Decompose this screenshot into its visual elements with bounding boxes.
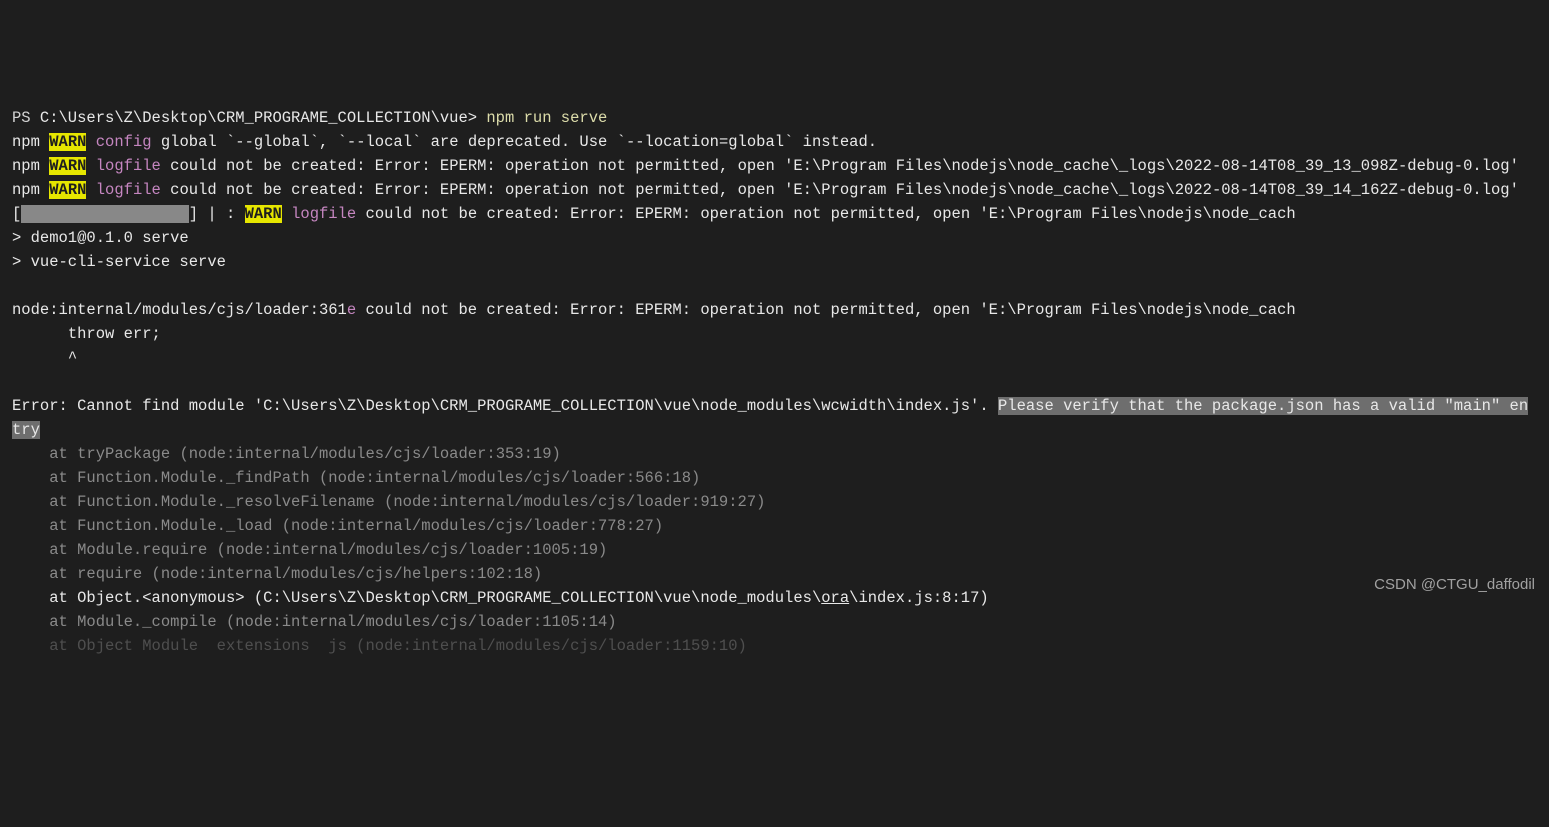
- prompt-path: C:\Users\Z\Desktop\CRM_PROGRAME_COLLECTI…: [40, 109, 477, 127]
- error-message: Error: Cannot find module 'C:\Users\Z\De…: [12, 397, 998, 415]
- npm-prefix: npm: [12, 181, 49, 199]
- watermark: CSDN @CTGU_daffodil: [1374, 573, 1535, 596]
- stack-line: at Module._compile (node:internal/module…: [12, 613, 617, 631]
- warn-category: config: [96, 133, 152, 151]
- warn-msg: global `--global`, `--local` are depreca…: [152, 133, 878, 151]
- prompt-command: npm run serve: [477, 109, 607, 127]
- stack-line-faded: at Object Module extensions js (node:int…: [12, 637, 747, 655]
- warn-category: logfile: [96, 181, 161, 199]
- prompt-ps: PS: [12, 109, 40, 127]
- loader-line: node:internal/modules/cjs/loader:361: [12, 301, 347, 319]
- stack-line: at Function.Module._findPath (node:inter…: [12, 469, 700, 487]
- warn-category: logfile: [96, 157, 161, 175]
- stack-line-bold: at Object.<anonymous> (C:\Users\Z\Deskto…: [12, 589, 989, 607]
- npm-prefix: npm: [12, 133, 49, 151]
- space: [86, 133, 95, 151]
- loader-line-e: e: [347, 301, 356, 319]
- warn-category: logfile: [291, 205, 356, 223]
- script-line: > demo1@0.1.0 serve: [12, 229, 189, 247]
- warn-msg: could not be created: Error: EPERM: oper…: [161, 181, 1519, 199]
- warn-badge: WARN: [49, 181, 86, 199]
- bracket-open: [: [12, 205, 21, 223]
- stack-line: at tryPackage (node:internal/modules/cjs…: [12, 445, 561, 463]
- stack-line: at require (node:internal/modules/cjs/he…: [12, 565, 542, 583]
- warn-msg: could not be created: Error: EPERM: oper…: [161, 157, 1519, 175]
- space: [86, 157, 95, 175]
- terminal-output[interactable]: PS C:\Users\Z\Desktop\CRM_PROGRAME_COLLE…: [12, 106, 1537, 658]
- bracket-close: ] | :: [189, 205, 245, 223]
- stack-line: at Module.require (node:internal/modules…: [12, 541, 607, 559]
- redacted-text: [21, 205, 188, 223]
- warn-badge: WARN: [49, 133, 86, 151]
- script-line: > vue-cli-service serve: [12, 253, 226, 271]
- caret-line: ^: [12, 349, 77, 367]
- loader-line-tail: could not be created: Error: EPERM: oper…: [356, 301, 1295, 319]
- throw-line: throw err;: [12, 325, 161, 343]
- warn-msg: could not be created: Error: EPERM: oper…: [356, 205, 1295, 223]
- npm-prefix: npm: [12, 157, 49, 175]
- stack-line: at Function.Module._resolveFilename (nod…: [12, 493, 765, 511]
- space: [86, 181, 95, 199]
- space: [282, 205, 291, 223]
- stack-line: at Function.Module._load (node:internal/…: [12, 517, 663, 535]
- warn-badge: WARN: [49, 157, 86, 175]
- warn-badge: WARN: [245, 205, 282, 223]
